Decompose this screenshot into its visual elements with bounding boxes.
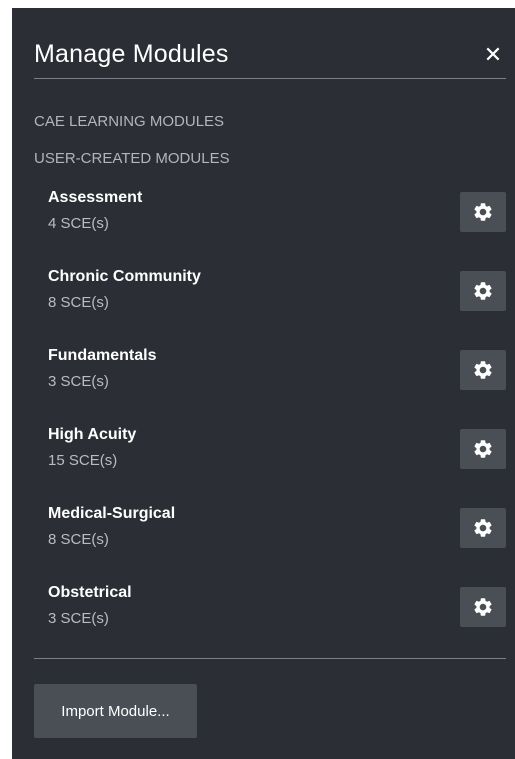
module-name: High Acuity — [48, 426, 137, 443]
close-button[interactable]: ✕ — [480, 42, 506, 68]
gear-icon — [474, 361, 492, 379]
gear-icon — [474, 598, 492, 616]
gear-icon — [474, 519, 492, 537]
gear-icon — [474, 440, 492, 458]
module-row-high-acuity: High Acuity 15 SCE(s) — [34, 423, 506, 502]
module-sce-count: 3 SCE(s) — [48, 373, 109, 390]
module-sce-count: 3 SCE(s) — [48, 610, 109, 627]
module-settings-button[interactable] — [460, 587, 506, 627]
module-settings-button[interactable] — [460, 508, 506, 548]
module-name: Assessment — [48, 189, 143, 206]
dialog-header: Manage Modules ✕ — [34, 38, 506, 79]
close-icon: ✕ — [483, 42, 503, 67]
gear-icon — [474, 282, 492, 300]
module-row-fundamentals: Fundamentals 3 SCE(s) — [34, 344, 506, 423]
section-user-created-modules[interactable]: USER-CREATED MODULES — [34, 150, 230, 167]
module-row-assessment: Assessment 4 SCE(s) — [34, 186, 506, 265]
section-cae-learning-modules[interactable]: CAE LEARNING MODULES — [34, 113, 224, 130]
module-settings-button[interactable] — [460, 271, 506, 311]
gear-icon — [474, 203, 492, 221]
module-row-chronic-community: Chronic Community 8 SCE(s) — [34, 265, 506, 344]
module-name: Fundamentals — [48, 347, 157, 364]
module-sce-count: 8 SCE(s) — [48, 294, 109, 311]
module-sce-count: 4 SCE(s) — [48, 215, 109, 232]
module-settings-button[interactable] — [460, 429, 506, 469]
module-name: Chronic Community — [48, 268, 201, 285]
module-name: Medical-Surgical — [48, 505, 176, 522]
module-sce-count: 15 SCE(s) — [48, 452, 118, 469]
module-name: Obstetrical — [48, 584, 132, 601]
module-list: Assessment 4 SCE(s) Chronic Community 8 … — [34, 186, 506, 660]
footer-divider — [34, 658, 506, 659]
module-row-medical-surgical: Medical-Surgical 8 SCE(s) — [34, 502, 506, 581]
module-row-obstetrical: Obstetrical 3 SCE(s) — [34, 581, 506, 660]
module-sce-count: 8 SCE(s) — [48, 531, 109, 548]
manage-modules-dialog: Manage Modules ✕ CAE LEARNING MODULES US… — [12, 8, 515, 759]
dialog-title: Manage Modules — [34, 40, 229, 68]
module-settings-button[interactable] — [460, 192, 506, 232]
import-module-button[interactable]: Import Module... — [34, 684, 197, 738]
module-settings-button[interactable] — [460, 350, 506, 390]
